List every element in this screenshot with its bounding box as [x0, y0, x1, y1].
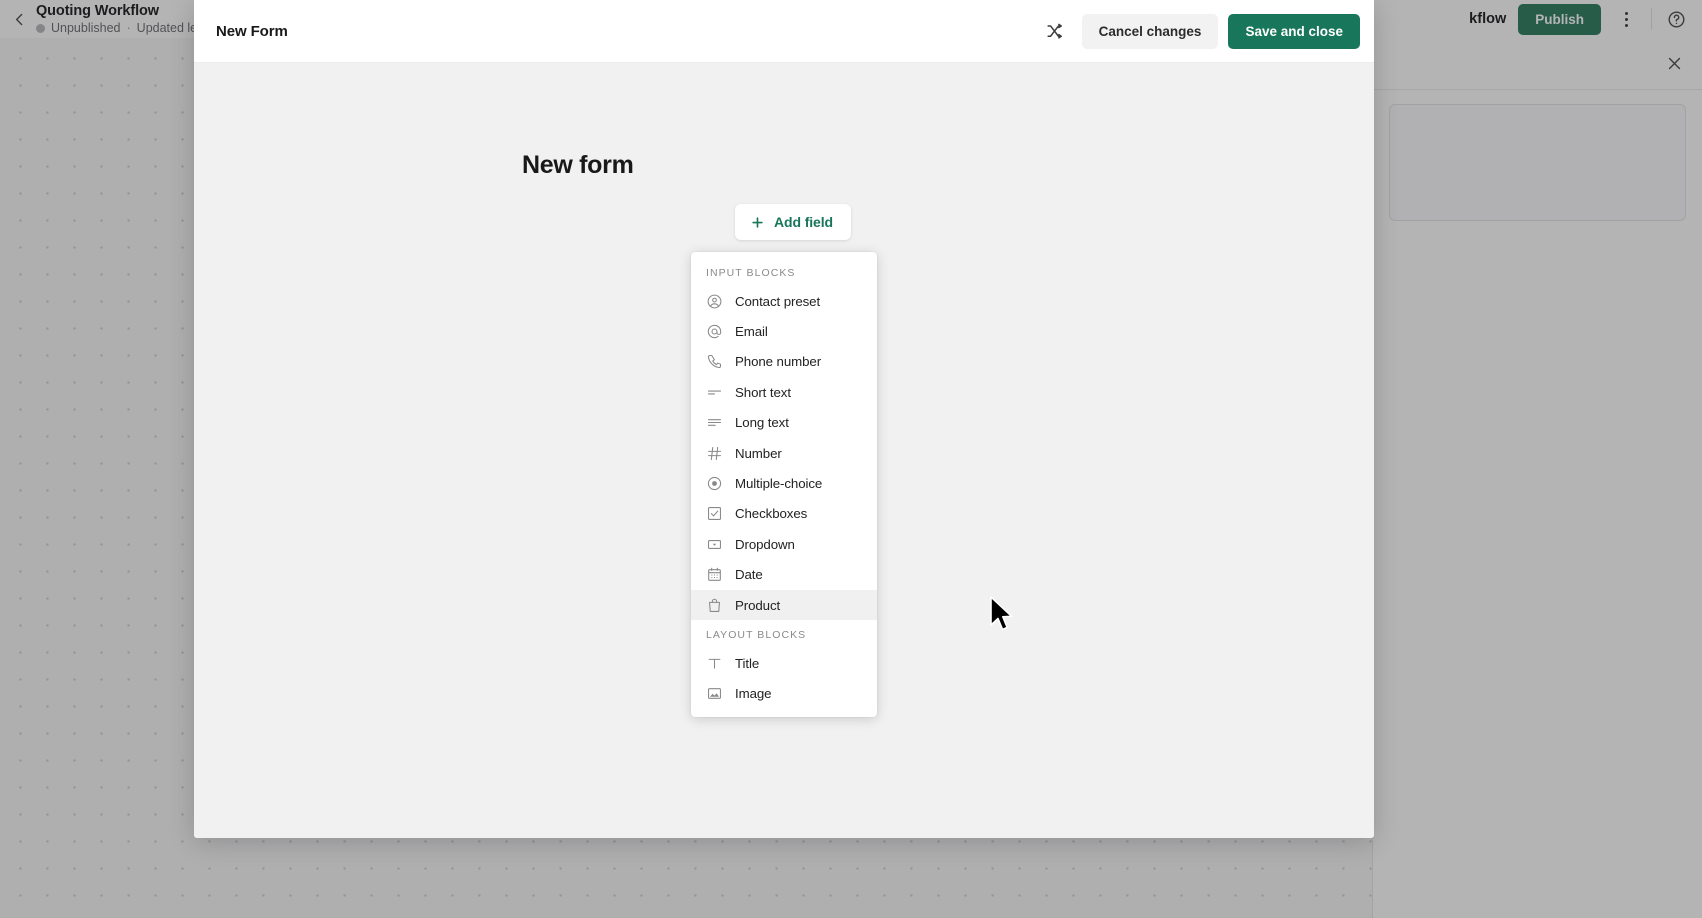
at-sign-icon [706, 323, 723, 340]
phone-icon [706, 353, 723, 370]
menu-item-number[interactable]: Number [691, 438, 877, 468]
menu-item-label: Title [735, 655, 760, 671]
menu-item-label: Multiple-choice [735, 476, 823, 492]
menu-item-label: Date [735, 567, 763, 583]
radio-button-icon [706, 475, 723, 492]
menu-item-product[interactable]: Product [691, 589, 877, 621]
menu-item-label: Contact preset [735, 293, 821, 309]
modal-title: New Form [216, 22, 288, 40]
menu-item-dropdown[interactable]: Dropdown [691, 529, 877, 559]
form-title[interactable]: New form [522, 151, 634, 180]
shuffle-icon[interactable] [1038, 14, 1072, 48]
menu-section-label: INPUT BLOCKS [706, 267, 796, 279]
menu-item-short-text[interactable]: Short text [691, 377, 877, 407]
menu-item-label: Checkboxes [735, 506, 808, 522]
menu-item-multiple-choice[interactable]: Multiple-choice [691, 468, 877, 498]
dropdown-icon [706, 536, 723, 553]
menu-item-label: Long text [735, 415, 789, 431]
menu-item-label: Image [735, 686, 772, 702]
plus-icon [750, 215, 765, 230]
block-type-menu: INPUT BLOCKS Contact preset Email Phone num… [691, 252, 877, 718]
save-and-close-button[interactable]: Save and close [1228, 13, 1360, 49]
menu-item-email[interactable]: Email [691, 316, 877, 346]
menu-item-label: Dropdown [735, 536, 795, 552]
menu-item-contact-preset[interactable]: Contact preset [691, 286, 877, 316]
user-circle-icon [706, 293, 723, 310]
add-field-label: Add field [774, 214, 833, 230]
modal-header-actions: Cancel changes Save and close [1038, 13, 1360, 49]
menu-item-label: Phone number [735, 354, 822, 370]
menu-item-phone-number[interactable]: Phone number [691, 347, 877, 377]
menu-item-checkboxes[interactable]: Checkboxes [691, 499, 877, 529]
modal-body: New form Add field INPUT BLOCKS Contact p… [194, 63, 1374, 838]
long-text-icon [706, 414, 723, 431]
menu-item-title[interactable]: Title [691, 648, 877, 678]
mouse-cursor [989, 596, 1015, 639]
checkbox-icon [706, 505, 723, 522]
add-field-button[interactable]: Add field [735, 204, 851, 240]
shopping-bag-icon [706, 597, 723, 614]
calendar-icon [706, 566, 723, 583]
hash-icon [706, 445, 723, 462]
menu-item-long-text[interactable]: Long text [691, 408, 877, 438]
menu-item-label: Number [735, 445, 782, 461]
menu-item-date[interactable]: Date [691, 560, 877, 590]
menu-item-image[interactable]: Image [691, 679, 877, 709]
modal-header: New Form Cancel changes Save and close [194, 0, 1374, 63]
menu-item-label: Email [735, 324, 768, 340]
menu-item-label: Product [735, 597, 781, 613]
short-text-icon [706, 384, 723, 401]
menu-section-label: LAYOUT BLOCKS [706, 629, 807, 642]
new-form-modal: New Form Cancel changes Save and close N… [194, 0, 1374, 838]
image-icon [706, 685, 723, 702]
cancel-changes-button[interactable]: Cancel changes [1081, 13, 1219, 49]
menu-item-label: Short text [735, 384, 791, 400]
text-title-icon [706, 655, 723, 672]
